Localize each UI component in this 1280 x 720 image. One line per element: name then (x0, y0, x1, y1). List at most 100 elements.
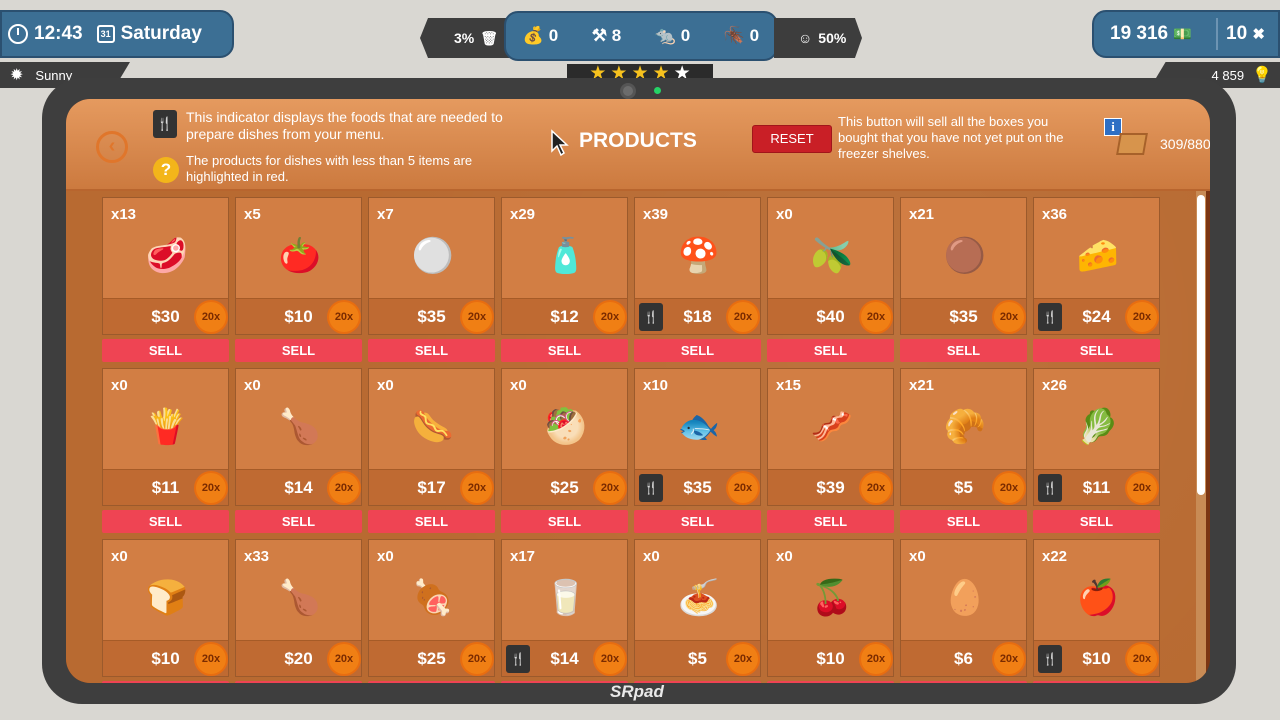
page-title: PRODUCTS (579, 129, 697, 152)
product-card[interactable]: x0 🍟 $11 20x (102, 368, 229, 506)
price-bar: 🍴 $35 20x (635, 469, 760, 505)
buy-20x-badge[interactable]: 20x (329, 302, 359, 332)
buy-20x-badge[interactable]: 20x (861, 302, 891, 332)
buy-20x-badge[interactable]: 20x (462, 302, 492, 332)
sell-button[interactable]: SELL (368, 339, 495, 362)
product-quantity: x17 (510, 548, 536, 565)
product-card[interactable]: x0 🍒 $10 20x (767, 539, 894, 677)
product-card[interactable]: x10 🐟 🍴 $35 20x (634, 368, 761, 506)
sell-button[interactable]: SELL (1033, 681, 1160, 683)
buy-20x-badge[interactable]: 20x (994, 302, 1024, 332)
buy-20x-badge[interactable]: 20x (196, 644, 226, 674)
product-card[interactable]: x7 ⚪ $35 20x (368, 197, 495, 335)
product-card[interactable]: x0 🌭 $17 20x (368, 368, 495, 506)
products-screen: ‹ 🍴 This indicator displays the foods th… (66, 99, 1210, 683)
product-quantity: x10 (643, 377, 669, 394)
buy-20x-badge[interactable]: 20x (329, 473, 359, 503)
buy-20x-badge[interactable]: 20x (1127, 302, 1157, 332)
cash-icon: 💵 (1173, 26, 1193, 43)
sell-button[interactable]: SELL (767, 681, 894, 683)
product-card[interactable]: x29 🧴 $12 20x (501, 197, 628, 335)
smiley-icon: ☺ (798, 30, 813, 46)
sell-button[interactable]: SELL (501, 339, 628, 362)
buy-20x-badge[interactable]: 20x (861, 473, 891, 503)
sell-button[interactable]: SELL (900, 681, 1027, 683)
product-card[interactable]: x39 🍄 🍴 $18 20x (634, 197, 761, 335)
sell-button[interactable]: SELL (1033, 510, 1160, 533)
sell-button[interactable]: SELL (102, 510, 229, 533)
sell-button[interactable]: SELL (1033, 339, 1160, 362)
garbage-bag-icon: 💰 0 (522, 26, 559, 45)
buy-20x-badge[interactable]: 20x (462, 644, 492, 674)
scrollbar-thumb[interactable] (1197, 195, 1205, 495)
product-card[interactable]: x17 🥛 🍴 $14 20x (501, 539, 628, 677)
product-quantity: x26 (1042, 377, 1068, 394)
buy-20x-badge[interactable]: 20x (1127, 473, 1157, 503)
product-card[interactable]: x36 🧀 🍴 $24 20x (1033, 197, 1160, 335)
price-bar: 🍴 $10 20x (1034, 640, 1159, 676)
sell-button[interactable]: SELL (634, 681, 761, 683)
sell-button[interactable]: SELL (102, 681, 229, 683)
buy-20x-badge[interactable]: 20x (595, 644, 625, 674)
dough-icon: 🥐 (943, 408, 987, 446)
status-panel: 3% 🗑 💰 0 ⚒ 8 🐀 0 🪳 0 ☺ 50% (420, 11, 862, 62)
sell-button[interactable]: SELL (900, 339, 1027, 362)
buy-20x-badge[interactable]: 20x (595, 473, 625, 503)
sell-button[interactable]: SELL (235, 339, 362, 362)
sell-button[interactable]: SELL (767, 339, 894, 362)
buy-20x-badge[interactable]: 20x (196, 473, 226, 503)
buy-20x-badge[interactable]: 20x (462, 473, 492, 503)
product-card[interactable]: x0 🥙 $25 20x (501, 368, 628, 506)
reset-button[interactable]: RESET (752, 125, 832, 153)
back-button[interactable]: ‹ (96, 131, 128, 163)
sell-button[interactable]: SELL (102, 339, 229, 362)
scrollbar[interactable] (1196, 191, 1206, 681)
sell-button[interactable]: SELL (235, 681, 362, 683)
ketchup-icon: 🧴 (544, 237, 588, 275)
product-card[interactable]: x0 🍖 $25 20x (368, 539, 495, 677)
buy-20x-badge[interactable]: 20x (728, 473, 758, 503)
sell-button[interactable]: SELL (634, 339, 761, 362)
satisfaction-text: 50% (818, 30, 847, 46)
price-bar: $10 20x (236, 298, 361, 334)
sell-button[interactable]: SELL (368, 681, 495, 683)
buy-20x-badge[interactable]: 20x (196, 302, 226, 332)
product-card[interactable]: x21 🥐 $5 20x (900, 368, 1027, 506)
buy-20x-badge[interactable]: 20x (728, 302, 758, 332)
sell-button[interactable]: SELL (501, 510, 628, 533)
buy-20x-badge[interactable]: 20x (994, 644, 1024, 674)
product-quantity: x0 (643, 548, 660, 565)
product-card[interactable]: x0 🍞 $10 20x (102, 539, 229, 677)
buy-20x-badge[interactable]: 20x (1127, 644, 1157, 674)
product-quantity: x0 (510, 377, 527, 394)
sell-button[interactable]: SELL (900, 510, 1027, 533)
buy-20x-badge[interactable]: 20x (329, 644, 359, 674)
gems-value: 10 (1226, 23, 1248, 44)
sell-button[interactable]: SELL (501, 681, 628, 683)
sell-button[interactable]: SELL (767, 510, 894, 533)
time-text: 12:43 (34, 23, 83, 44)
buy-20x-badge[interactable]: 20x (595, 302, 625, 332)
product-card[interactable]: x26 🥬 🍴 $11 20x (1033, 368, 1160, 506)
price-bar: 🍴 $11 20x (1034, 469, 1159, 505)
sell-button[interactable]: SELL (634, 510, 761, 533)
buy-20x-badge[interactable]: 20x (728, 644, 758, 674)
product-card[interactable]: x0 🫒 $40 20x (767, 197, 894, 335)
product-card[interactable]: x33 🍗 $20 20x (235, 539, 362, 677)
buy-20x-badge[interactable]: 20x (861, 644, 891, 674)
product-card[interactable]: x0 🥚 $6 20x (900, 539, 1027, 677)
price-bar: $25 20x (369, 640, 494, 676)
pasta-icon: 🍝 (677, 579, 721, 617)
product-card[interactable]: x0 🍗 $14 20x (235, 368, 362, 506)
product-card[interactable]: x0 🍝 $5 20x (634, 539, 761, 677)
nuggets-icon: 🍗 (278, 408, 322, 446)
sell-button[interactable]: SELL (368, 510, 495, 533)
product-card[interactable]: x15 🥓 $39 20x (767, 368, 894, 506)
product-card[interactable]: x5 🍅 $10 20x (235, 197, 362, 335)
product-card[interactable]: x22 🍎 🍴 $10 20x (1033, 539, 1160, 677)
buy-20x-badge[interactable]: 20x (994, 473, 1024, 503)
product-card[interactable]: x21 🟤 $35 20x (900, 197, 1027, 335)
menu-indicator-icon: 🍴 (153, 110, 177, 138)
product-card[interactable]: x13 🥩 $30 20x (102, 197, 229, 335)
sell-button[interactable]: SELL (235, 510, 362, 533)
